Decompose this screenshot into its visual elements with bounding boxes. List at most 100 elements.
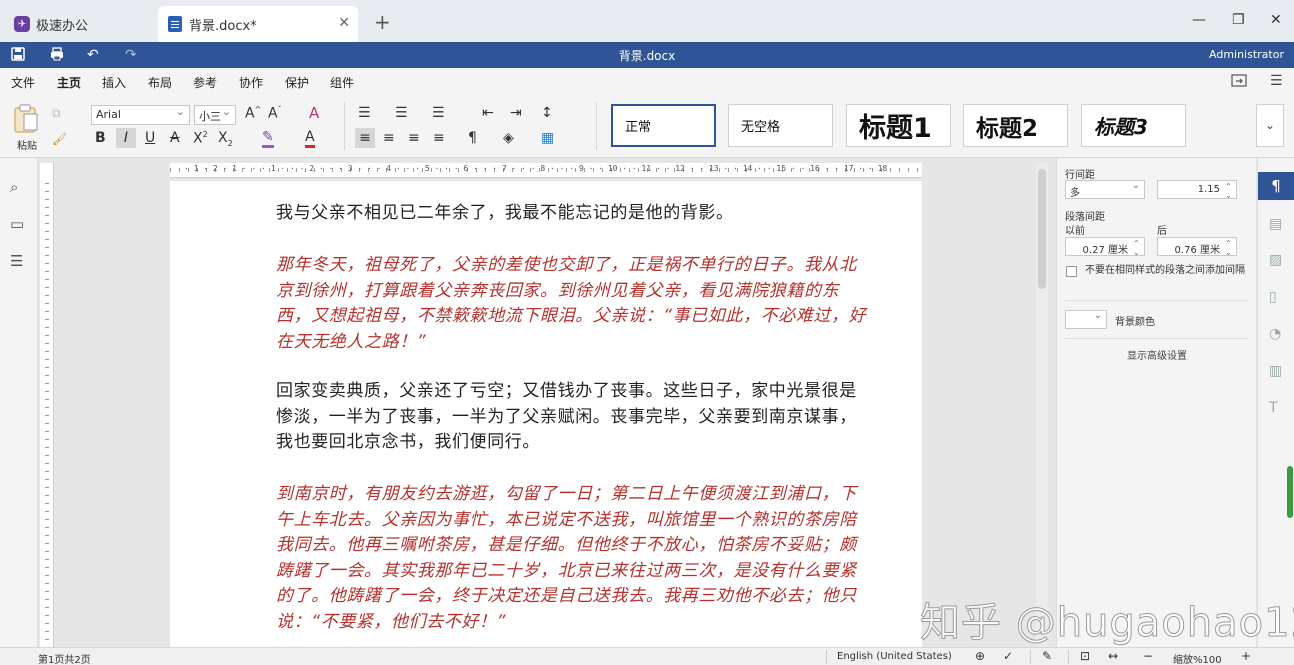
decrease-indent-icon[interactable]: ⇤ bbox=[482, 105, 494, 121]
app-logo-icon: ✈ bbox=[14, 16, 30, 32]
shading-icon[interactable]: ◈ bbox=[503, 130, 514, 146]
fit-width-icon[interactable]: ↔ bbox=[1108, 649, 1118, 663]
paragraph[interactable]: 回家变卖典质，父亲还了亏空；又借钱办了丧事。这些日子，家中光景很是惨淡，一半为了… bbox=[276, 379, 868, 456]
tab-document[interactable]: 背景.docx* ✕ bbox=[158, 6, 358, 42]
text-art-icon[interactable]: T bbox=[1269, 400, 1278, 416]
spellcheck-icon[interactable]: ✓ bbox=[1003, 649, 1013, 663]
menu-insert[interactable]: 插入 bbox=[102, 74, 126, 91]
bold-icon[interactable]: B bbox=[95, 130, 106, 146]
paragraph[interactable]: 到南京时，有朋友约去游逛，勾留了一日；第二日上午便须渡江到浦口，下午上车北去。父… bbox=[276, 482, 868, 635]
paragraph-settings-icon[interactable]: ¶ bbox=[1258, 172, 1294, 200]
menu-references[interactable]: 参考 bbox=[193, 74, 217, 91]
background-color-picker[interactable] bbox=[1065, 310, 1107, 329]
document-page[interactable]: 我与父亲不相见已二年余了，我最不能忘记的是他的背影。 那年冬天，祖母死了，父亲的… bbox=[170, 181, 922, 647]
chart-settings-icon[interactable]: ▥ bbox=[1269, 363, 1282, 379]
menu-file[interactable]: 文件 bbox=[11, 74, 35, 91]
style-heading2[interactable]: 标题2 bbox=[963, 104, 1068, 147]
header-footer-icon[interactable]: ▯ bbox=[1269, 289, 1277, 305]
highlight-color-icon[interactable]: ✎ bbox=[262, 129, 274, 148]
paragraph-mark-icon[interactable]: ¶ bbox=[468, 130, 477, 146]
zoom-in-icon[interactable]: + bbox=[1241, 649, 1251, 663]
line-spacing-mode-select[interactable]: 多 bbox=[1065, 180, 1145, 199]
document-icon bbox=[168, 16, 182, 32]
superscript-icon[interactable]: X2 bbox=[193, 130, 208, 147]
user-name[interactable]: Administrator bbox=[1209, 48, 1284, 61]
side-handle[interactable] bbox=[1287, 466, 1293, 518]
strikethrough-icon[interactable]: A bbox=[170, 130, 180, 146]
paste-label: 粘贴 bbox=[17, 141, 37, 152]
track-changes-icon[interactable]: ✎ bbox=[1042, 649, 1052, 663]
vertical-scrollbar[interactable] bbox=[1036, 163, 1048, 647]
align-center-icon[interactable]: ≡ bbox=[383, 130, 395, 146]
bullet-list-icon[interactable]: ☰ bbox=[358, 105, 371, 121]
styles-expand-icon[interactable]: ⌄ bbox=[1256, 104, 1284, 147]
numbered-list-icon[interactable]: ☰ bbox=[395, 105, 408, 121]
increase-font-icon[interactable]: A^ bbox=[245, 105, 261, 122]
font-name-select[interactable]: Arial bbox=[91, 105, 190, 125]
no-space-same-style-checkbox[interactable] bbox=[1066, 266, 1077, 277]
left-sidebar: ⌕ ▭ ☰ bbox=[0, 158, 38, 647]
menu-layout[interactable]: 布局 bbox=[148, 74, 172, 91]
paste-button[interactable] bbox=[12, 104, 40, 137]
format-painter-icon[interactable]: 🖌 bbox=[52, 132, 67, 146]
show-advanced-settings-link[interactable]: 显示高级设置 bbox=[1057, 347, 1257, 362]
right-icon-strip: ¶ ▤ ▨ ▯ ◔ ▥ T bbox=[1257, 158, 1294, 647]
watermark-text: 知乎 @hugaohao123 bbox=[919, 600, 1294, 647]
spacing-after-input[interactable]: 0.76 厘米 bbox=[1157, 237, 1237, 257]
align-left-icon[interactable]: ≡ bbox=[355, 128, 375, 148]
shape-settings-icon[interactable]: ◔ bbox=[1269, 326, 1281, 342]
spacing-before-input[interactable]: 0.27 厘米 bbox=[1065, 237, 1145, 257]
menu-collaborate[interactable]: 协作 bbox=[239, 74, 263, 91]
line-spacing-icon[interactable]: ↕ bbox=[541, 105, 553, 121]
multilevel-list-icon[interactable]: ☰ bbox=[432, 105, 445, 121]
clear-format-icon[interactable]: A bbox=[309, 104, 319, 122]
align-right-icon[interactable]: ≡ bbox=[408, 130, 420, 146]
tab-close-icon[interactable]: ✕ bbox=[338, 15, 350, 31]
italic-icon[interactable]: I bbox=[116, 128, 136, 148]
divider bbox=[344, 102, 345, 150]
table-settings-icon[interactable]: ▤ bbox=[1269, 216, 1282, 232]
justify-icon[interactable]: ≡ bbox=[433, 130, 445, 146]
font-size-select[interactable]: 小三 bbox=[194, 105, 236, 125]
fit-page-icon[interactable]: ⊡ bbox=[1080, 649, 1090, 663]
vertical-ruler bbox=[40, 163, 54, 647]
scrollbar-thumb[interactable] bbox=[1038, 169, 1046, 289]
minimize-button[interactable]: — bbox=[1192, 12, 1206, 28]
close-window-button[interactable]: ✕ bbox=[1270, 12, 1282, 28]
image-settings-icon[interactable]: ▨ bbox=[1269, 252, 1282, 268]
style-normal[interactable]: 正常 bbox=[611, 104, 716, 147]
menu-home[interactable]: 主页 bbox=[54, 74, 84, 97]
open-location-icon[interactable] bbox=[1231, 73, 1247, 91]
language-selector[interactable]: English (United States) bbox=[837, 651, 952, 662]
navigation-icon[interactable]: ☰ bbox=[10, 252, 23, 270]
underline-icon[interactable]: U bbox=[145, 130, 155, 146]
borders-icon[interactable]: ▦ bbox=[541, 130, 554, 146]
divider bbox=[1030, 650, 1031, 664]
menu-plugins[interactable]: 组件 bbox=[330, 74, 354, 91]
search-icon[interactable]: ⌕ bbox=[10, 178, 18, 196]
copy-icon[interactable]: ⧉ bbox=[52, 106, 61, 121]
style-no-spacing[interactable]: 无空格 bbox=[728, 104, 833, 147]
style-heading1[interactable]: 标题1 bbox=[846, 104, 951, 147]
globe-icon[interactable]: ⊕ bbox=[975, 649, 985, 663]
title-bar: ↶ ↷ 背景.docx Administrator bbox=[0, 42, 1294, 68]
zoom-level[interactable]: 缩放%100 bbox=[1173, 651, 1222, 665]
hamburger-menu-icon[interactable]: ☰ bbox=[1270, 73, 1283, 89]
font-color-icon[interactable]: A bbox=[305, 129, 315, 148]
tab-app-home[interactable]: ✈ 极速办公 bbox=[4, 6, 156, 42]
menu-protect[interactable]: 保护 bbox=[285, 74, 309, 91]
comments-icon[interactable]: ▭ bbox=[10, 215, 24, 233]
new-tab-button[interactable]: + bbox=[374, 10, 391, 34]
zoom-out-icon[interactable]: − bbox=[1143, 649, 1153, 663]
divider bbox=[1068, 650, 1069, 664]
style-heading3[interactable]: 标题3 bbox=[1081, 104, 1186, 147]
subscript-icon[interactable]: X2 bbox=[218, 130, 233, 148]
paragraph[interactable]: 我与父亲不相见已二年余了，我最不能忘记的是他的背影。 bbox=[276, 201, 868, 227]
restore-button[interactable]: ❐ bbox=[1232, 12, 1245, 28]
paragraph[interactable]: 那年冬天，祖母死了，父亲的差使也交卸了，正是祸不单行的日子。我从北京到徐州，打算… bbox=[276, 253, 868, 355]
tab-label: 背景.docx* bbox=[189, 18, 257, 34]
decrease-font-icon[interactable]: Aˇ bbox=[268, 105, 282, 122]
increase-indent-icon[interactable]: ⇥ bbox=[510, 105, 522, 121]
line-spacing-value-input[interactable]: 1.15 bbox=[1157, 180, 1237, 200]
horizontal-ruler[interactable]: · 1 · 2 · 1 · · · 1 · · · 2 · · · 3 · · … bbox=[170, 163, 922, 178]
